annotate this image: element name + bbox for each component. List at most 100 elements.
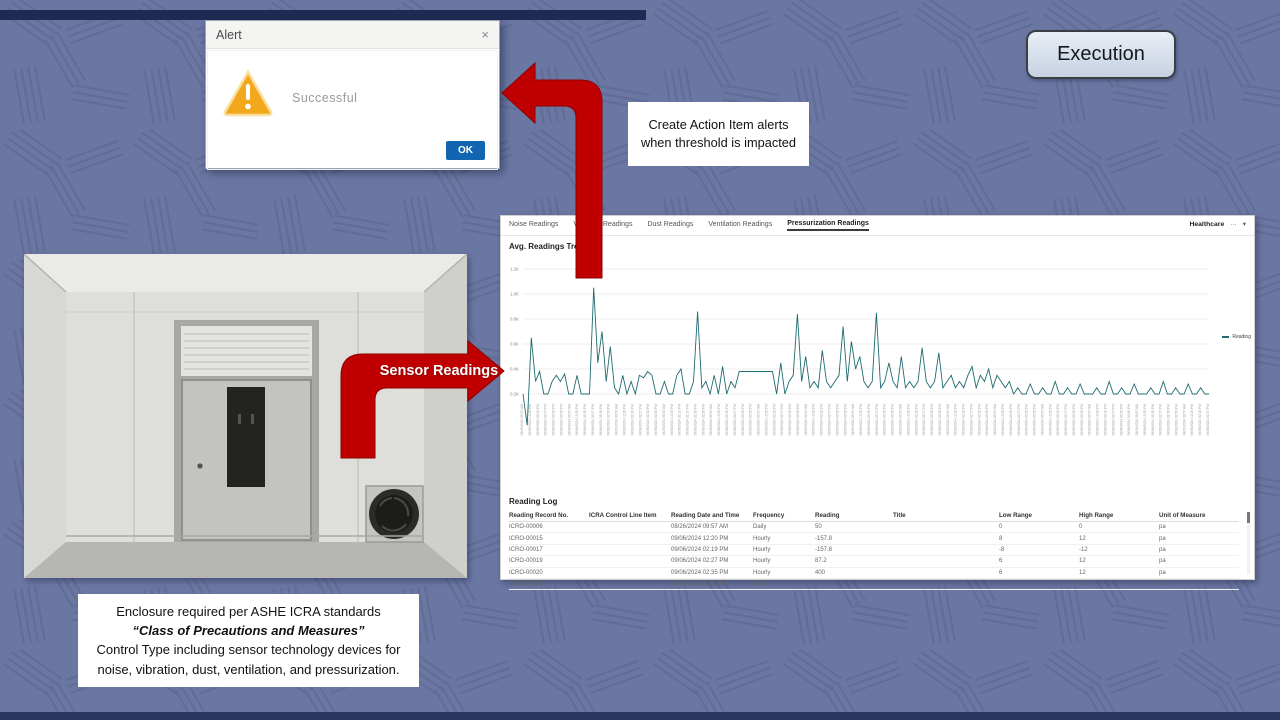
x-tick-label: 09/06/2024 02:19 PM bbox=[1103, 404, 1107, 436]
x-tick-label: 09/06/2024 02:35 PM bbox=[883, 404, 887, 436]
table-scrollbar[interactable] bbox=[1247, 512, 1250, 574]
table-row[interactable]: ICRO-0001909/06/2024 02:27 PMHourly87.26… bbox=[509, 556, 1239, 567]
table-cell: Hourly bbox=[753, 579, 815, 590]
x-tick-label: 09/06/2024 02:50 PM bbox=[607, 404, 611, 436]
x-tick-label: 09/06/2024 02:27 PM bbox=[922, 404, 926, 436]
table-cell: ICRO-00006 bbox=[509, 522, 589, 533]
chevron-down-icon[interactable]: ▾ bbox=[1243, 220, 1246, 228]
context-menu[interactable]: Healthcare ··· ▾ bbox=[1189, 220, 1246, 228]
x-tick-label: 09/06/2024 02:50 PM bbox=[1174, 404, 1178, 436]
x-tick-label: 09/06/2024 02:35 PM bbox=[646, 404, 650, 436]
x-tick-label: 09/06/2024 02:27 PM bbox=[733, 404, 737, 436]
table-cell: 0 bbox=[1079, 522, 1159, 533]
execution-badge: Execution bbox=[1026, 30, 1176, 79]
tab-pressurization-readings[interactable]: Pressurization Readings bbox=[787, 220, 869, 231]
table-cell: 12 bbox=[1079, 579, 1159, 590]
x-tick-label: 09/06/2024 02:50 PM bbox=[843, 404, 847, 436]
x-tick-label: 09/06/2024 12:20 PM bbox=[764, 404, 768, 436]
x-tick-label: 09/06/2024 02:50 PM bbox=[1127, 404, 1131, 436]
x-tick-label: 09/06/2024 02:50 PM bbox=[1080, 404, 1084, 436]
table-row[interactable]: ICRO-0002009/06/2024 02:35 PMHourly40061… bbox=[509, 568, 1239, 579]
table-cell: 0 bbox=[999, 522, 1079, 533]
legend-label: Reading bbox=[1232, 334, 1251, 340]
table-cell: 12 bbox=[1079, 533, 1159, 544]
table-cell bbox=[893, 533, 999, 544]
x-tick-label: 09/06/2024 12:20 PM bbox=[859, 404, 863, 436]
x-tick-label: 09/06/2024 02:27 PM bbox=[638, 404, 642, 436]
table-cell: 8 bbox=[999, 533, 1079, 544]
x-tick-label: 09/06/2024 02:50 PM bbox=[701, 404, 705, 436]
table-scrollbar-thumb[interactable] bbox=[1247, 512, 1250, 523]
table-cell bbox=[893, 568, 999, 579]
x-tick-label: 09/06/2024 02:27 PM bbox=[828, 404, 832, 436]
column-header[interactable]: ICRA Control Line Item bbox=[589, 510, 671, 522]
alert-titlebar: Alert × bbox=[206, 21, 499, 49]
column-header[interactable]: Reading Record No. bbox=[509, 510, 589, 522]
table-cell bbox=[589, 522, 671, 533]
table-cell: -157.8 bbox=[815, 533, 893, 544]
table-cell bbox=[589, 568, 671, 579]
x-tick-label: 08/26/2024 09:57 AM bbox=[615, 404, 619, 436]
table-cell: 12 bbox=[1079, 556, 1159, 567]
x-tick-label: 09/06/2024 12:20 PM bbox=[575, 404, 579, 436]
column-header[interactable]: Low Range bbox=[999, 510, 1079, 522]
x-tick-label: 09/06/2024 02:27 PM bbox=[1159, 404, 1163, 436]
x-tick-label: 09/06/2024 02:19 PM bbox=[1009, 404, 1013, 436]
x-tick-label: 09/06/2024 12:20 PM bbox=[1143, 404, 1147, 436]
table-cell: Hourly bbox=[753, 545, 815, 556]
reading-log-table: Reading Record No.ICRA Control Line Item… bbox=[509, 510, 1239, 590]
table-cell: 08/26/2024 09:57 AM bbox=[671, 522, 753, 533]
x-tick-label: 09/06/2024 02:35 PM bbox=[977, 404, 981, 436]
table-cell: pa bbox=[1159, 545, 1239, 556]
table-row[interactable]: ICRO-0000608/26/2024 09:57 AMDaily5000pa bbox=[509, 522, 1239, 533]
bottom-note: Enclosure required per ASHE ICRA standar… bbox=[78, 594, 419, 687]
table-cell: 6 bbox=[999, 568, 1079, 579]
column-header[interactable]: Frequency bbox=[753, 510, 815, 522]
x-tick-label: 09/06/2024 02:27 PM bbox=[544, 404, 548, 436]
column-header[interactable]: High Range bbox=[1079, 510, 1159, 522]
x-tick-label: 08/26/2024 09:57 AM bbox=[804, 404, 808, 436]
close-icon[interactable]: × bbox=[481, 28, 489, 41]
x-tick-label: 09/06/2024 02:50 PM bbox=[559, 404, 563, 436]
x-tick-label: 09/06/2024 12:20 PM bbox=[670, 404, 674, 436]
table-cell: pa bbox=[1159, 568, 1239, 579]
y-tick-label: 0.6K bbox=[510, 342, 519, 347]
table-cell: ICRO-00020 bbox=[509, 568, 589, 579]
x-tick-label: 09/06/2024 02:27 PM bbox=[1206, 404, 1210, 436]
table-row[interactable]: ICRO-0002209/06/2024 02:50 PMHourly0812p… bbox=[509, 579, 1239, 590]
alert-body: Successful OK bbox=[207, 50, 498, 170]
column-header[interactable]: Unit of Measure bbox=[1159, 510, 1239, 522]
more-icon[interactable]: ··· bbox=[1230, 221, 1237, 228]
table-cell: 09/06/2024 02:27 PM bbox=[671, 556, 753, 567]
x-tick-label: 09/06/2024 12:20 PM bbox=[812, 404, 816, 436]
table-row[interactable]: ICRO-0001709/06/2024 02:19 PMHourly-157.… bbox=[509, 545, 1239, 556]
top-accent-bar bbox=[0, 10, 646, 20]
ok-button[interactable]: OK bbox=[446, 141, 485, 160]
tab-ventilation-readings[interactable]: Ventilation Readings bbox=[708, 221, 772, 230]
table-cell: 09/06/2024 12:20 PM bbox=[671, 533, 753, 544]
column-header[interactable]: Title bbox=[893, 510, 999, 522]
x-tick-label: 09/06/2024 02:19 PM bbox=[1198, 404, 1202, 436]
x-tick-label: 09/06/2024 02:50 PM bbox=[796, 404, 800, 436]
table-cell bbox=[893, 556, 999, 567]
x-tick-label: 08/26/2024 09:57 AM bbox=[851, 404, 855, 436]
x-tick-label: 09/06/2024 02:19 PM bbox=[820, 404, 824, 436]
x-tick-label: 08/26/2024 09:57 AM bbox=[662, 404, 666, 436]
table-row[interactable]: ICRO-0001509/06/2024 12:20 PMHourly-157.… bbox=[509, 533, 1239, 544]
x-tick-label: 09/06/2024 02:27 PM bbox=[780, 404, 784, 436]
x-tick-label: 09/06/2024 02:19 PM bbox=[583, 404, 587, 436]
x-tick-label: 09/06/2024 02:19 PM bbox=[725, 404, 729, 436]
context-label: Healthcare bbox=[1189, 221, 1224, 228]
tab-dust-readings[interactable]: Dust Readings bbox=[647, 221, 693, 230]
table-cell: -12 bbox=[1079, 545, 1159, 556]
x-tick-label: 09/06/2024 02:19 PM bbox=[772, 404, 776, 436]
bottom-note-line2: “Class of Precautions and Measures” bbox=[88, 621, 409, 640]
x-tick-label: 08/26/2024 09:57 AM bbox=[757, 404, 761, 436]
x-tick-label: 08/26/2024 09:57 AM bbox=[993, 404, 997, 436]
column-header[interactable]: Reading Date and Time bbox=[671, 510, 753, 522]
x-tick-label: 09/06/2024 02:35 PM bbox=[930, 404, 934, 436]
table-cell: ICRO-00017 bbox=[509, 545, 589, 556]
table-cell bbox=[589, 533, 671, 544]
column-header[interactable]: Reading bbox=[815, 510, 893, 522]
table-cell: 50 bbox=[815, 522, 893, 533]
